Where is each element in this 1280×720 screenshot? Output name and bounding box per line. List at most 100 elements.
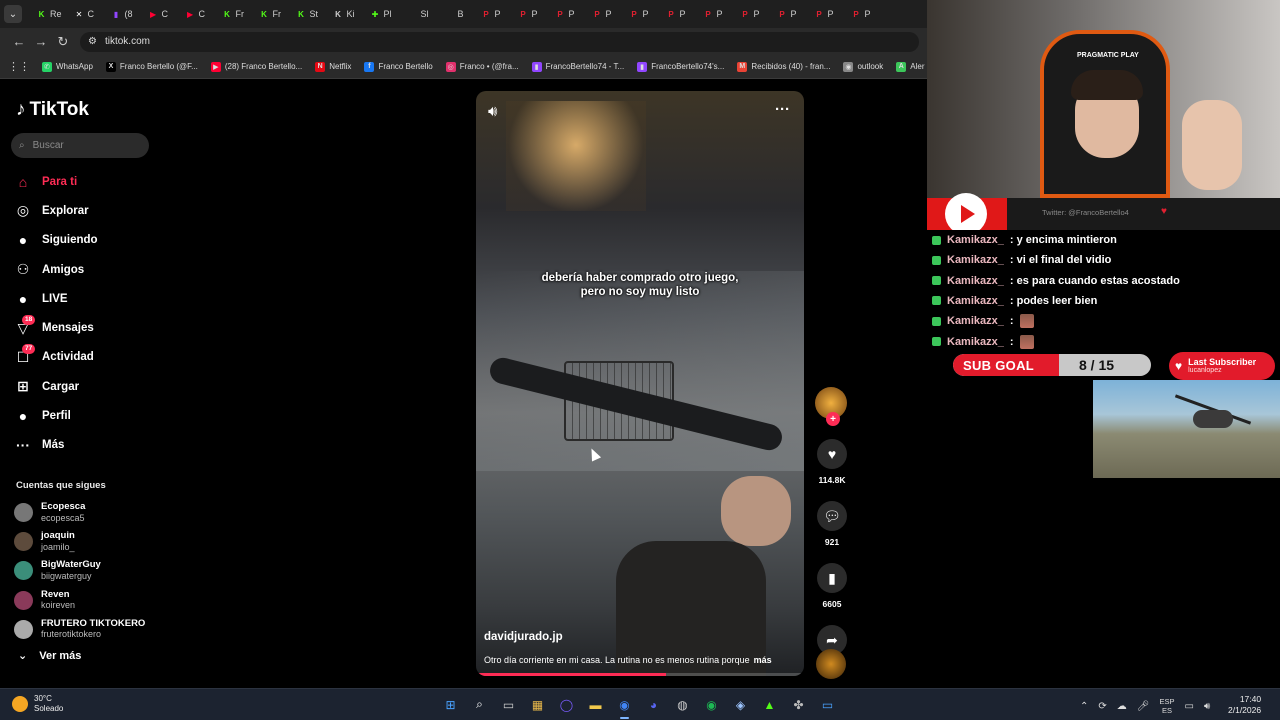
browser-tab[interactable]: PP [623, 0, 660, 28]
start-icon[interactable]: ⊞ [440, 694, 461, 715]
browser-tab[interactable]: K Re [30, 0, 68, 28]
sync-icon[interactable]: ⟳ [1098, 701, 1106, 712]
more-options-icon[interactable]: ··· [775, 101, 790, 118]
browser-tab[interactable]: PP [586, 0, 623, 28]
browser-tab[interactable]: K Fr [253, 0, 290, 28]
browser-tab[interactable]: ▮ (8 [105, 0, 142, 28]
creator-avatar[interactable]: + [815, 387, 847, 426]
browser-tab[interactable]: ✕ C [68, 0, 105, 28]
bookmark-item[interactable]: N Netflix [315, 61, 351, 72]
reload-icon[interactable]: ↻ [52, 31, 74, 53]
description-more-link[interactable]: más [754, 655, 772, 665]
steam-icon[interactable]: ◈ [730, 694, 751, 715]
app-icon[interactable]: ◯ [556, 694, 577, 715]
chrome-icon[interactable]: ◉ [614, 694, 635, 719]
sidebar-item-actividad[interactable]: ☐ 77 Actividad [14, 343, 98, 372]
sidebar-item-cargar[interactable]: ⊞ Cargar [14, 372, 98, 401]
sidebar-item-perfil[interactable]: ● Perfil [14, 401, 98, 430]
followed-account[interactable]: BigWaterGuy biigwaterguy [14, 556, 145, 585]
search-input[interactable]: ⌕ Buscar [11, 133, 149, 158]
browser-tab[interactable]: PP [475, 0, 512, 28]
followed-account[interactable]: Ecopesca ecopesca5 [14, 498, 145, 527]
bookmark-item[interactable]: ◉ outlook [843, 61, 883, 72]
browser-tab[interactable]: PP [549, 0, 586, 28]
tiktok-logo[interactable]: ♪ TikTok [16, 99, 89, 121]
browser-tab[interactable]: PP [512, 0, 549, 28]
browser-tab[interactable]: ▶ C [142, 0, 179, 28]
video-progress-bar[interactable] [476, 673, 804, 676]
heart-icon[interactable]: ♥ [817, 439, 847, 469]
followed-account[interactable]: Reven koireven [14, 586, 145, 615]
bookmark-item[interactable]: ✆ WhatsApp [42, 61, 93, 72]
bookmark-item[interactable]: ▮ FrancoBertello74's... [637, 61, 724, 72]
follow-plus-icon[interactable]: + [826, 412, 840, 426]
app2-icon[interactable]: ▲ [759, 694, 780, 715]
volume-icon[interactable]: 🔊︎ [1204, 701, 1210, 712]
bookmark-item[interactable]: ▶ (28) Franco Bertello... [210, 61, 302, 72]
like-action[interactable]: ♥ 114.8K [812, 439, 852, 485]
video-author[interactable]: davidjurado.jp [484, 631, 563, 643]
store-icon[interactable]: ▦ [527, 694, 548, 715]
bookmark-item[interactable]: f Franco Bertello [364, 61, 433, 72]
browser-tab[interactable]: PP [697, 0, 734, 28]
followed-account[interactable]: FRUTERO TIKTOKERO fruterotiktokero [14, 615, 145, 644]
language-indicator[interactable]: ESP ES [1159, 697, 1174, 715]
bookmark-item[interactable]: A Aler [896, 61, 924, 72]
sidebar-item-para-ti[interactable]: ⌂ Para ti [14, 167, 98, 196]
see-more-button[interactable]: ⌄ Ver más [18, 649, 81, 663]
forward-icon[interactable]: → [30, 31, 52, 53]
obs-icon[interactable]: ◍ [672, 694, 693, 715]
sidebar-item-más[interactable]: ··· Más [14, 431, 98, 460]
browser-tab[interactable]: B [438, 0, 475, 28]
browser-tab[interactable]: K Fr [216, 0, 253, 28]
browser-tab[interactable]: Sl [401, 0, 438, 28]
spotify-icon[interactable]: ◉ [701, 694, 722, 715]
chat-username: Kamikazx_ [947, 254, 1004, 267]
clock[interactable]: 17:40 2/1/2026 [1228, 694, 1261, 716]
discord-icon[interactable]: ◕ [643, 694, 664, 715]
browser-tab[interactable]: K Ki [327, 0, 364, 28]
browser-tab[interactable]: PP [808, 0, 845, 28]
save-action[interactable]: ▮ 6605 [812, 563, 852, 609]
tab-search-icon[interactable]: ⌄ [4, 5, 22, 23]
bookmark-item[interactable]: ◎ Franco • (@fra... [445, 61, 519, 72]
video-player[interactable]: 🔊︎ ··· debería haber comprado otro juego… [476, 91, 804, 676]
chevron-up-icon[interactable]: ⌃ [1080, 701, 1088, 712]
tab-label: (8 [124, 9, 133, 19]
back-icon[interactable]: ← [8, 31, 30, 53]
explorer-icon[interactable]: ▬ [585, 694, 606, 715]
bookmark-item[interactable]: M Recibidos (40) - fran... [737, 61, 830, 72]
search-icon[interactable]: ⌕ [469, 694, 490, 715]
sidebar-item-siguiendo[interactable]: ● Siguiendo [14, 226, 98, 255]
bookmark-icon[interactable]: ▮ [817, 563, 847, 593]
comment-action[interactable]: 💬︎ 921 [812, 501, 852, 547]
mic-icon[interactable]: 🎤︎ [1137, 701, 1150, 712]
browser-tab[interactable]: PP [734, 0, 771, 28]
comment-icon[interactable]: 💬︎ [817, 501, 847, 531]
weather-widget[interactable]: 30°C Soleado [12, 694, 63, 714]
followed-account[interactable]: joaquin joamilo_ [14, 527, 145, 556]
bookmark-item[interactable]: ▮ FrancoBertello74 - T... [531, 61, 624, 72]
task-view-icon[interactable]: ▭ [498, 694, 519, 715]
network-icon[interactable]: ▭ [1185, 701, 1194, 712]
browser-tab[interactable]: ▶ C [179, 0, 216, 28]
apps-grid-icon[interactable]: ⋮⋮ [8, 60, 30, 73]
browser-tab[interactable]: ✚ Pl [364, 0, 401, 28]
app3-icon[interactable]: ✤ [788, 694, 809, 715]
address-bar[interactable]: ⚙ tiktok.com [80, 31, 919, 52]
browser-tab[interactable]: PP [771, 0, 808, 28]
bookmark-favicon-icon: ✆ [42, 61, 52, 72]
browser-tab[interactable]: K St [290, 0, 327, 28]
cloud-icon[interactable]: ☁ [1117, 701, 1127, 712]
site-info-icon[interactable]: ⚙ [88, 36, 97, 47]
bookmark-item[interactable]: X Franco Bertello (@F... [105, 61, 198, 72]
sidebar-item-mensajes[interactable]: ▽ 18 Mensajes [14, 313, 98, 342]
browser-tab[interactable]: PP [660, 0, 697, 28]
sidebar-item-amigos[interactable]: ⚇ Amigos [14, 255, 98, 284]
volume-icon[interactable]: 🔊︎ [488, 103, 497, 120]
sidebar-item-live[interactable]: ● LIVE [14, 284, 98, 313]
music-disc-icon[interactable] [816, 649, 846, 679]
app4-icon[interactable]: ▭ [817, 694, 838, 715]
browser-tab[interactable]: PP [845, 0, 882, 28]
sidebar-item-explorar[interactable]: ◎ Explorar [14, 196, 98, 225]
